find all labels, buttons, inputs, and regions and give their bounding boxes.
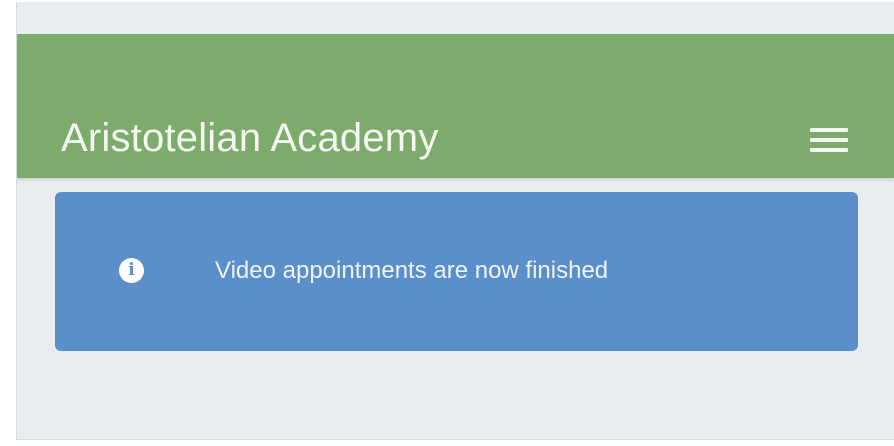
app-window: Aristotelian Academy i Video appointment… (16, 2, 894, 440)
app-title: Aristotelian Academy (61, 116, 439, 160)
alert-message: Video appointments are now finished (215, 257, 609, 284)
info-alert: i Video appointments are now finished (55, 192, 858, 351)
hamburger-menu-icon[interactable] (810, 125, 848, 155)
menu-bar-line (810, 138, 848, 142)
menu-bar-line (810, 128, 848, 132)
app-header: Aristotelian Academy (17, 34, 894, 178)
menu-bar-line (810, 148, 848, 152)
info-icon: i (119, 258, 144, 283)
